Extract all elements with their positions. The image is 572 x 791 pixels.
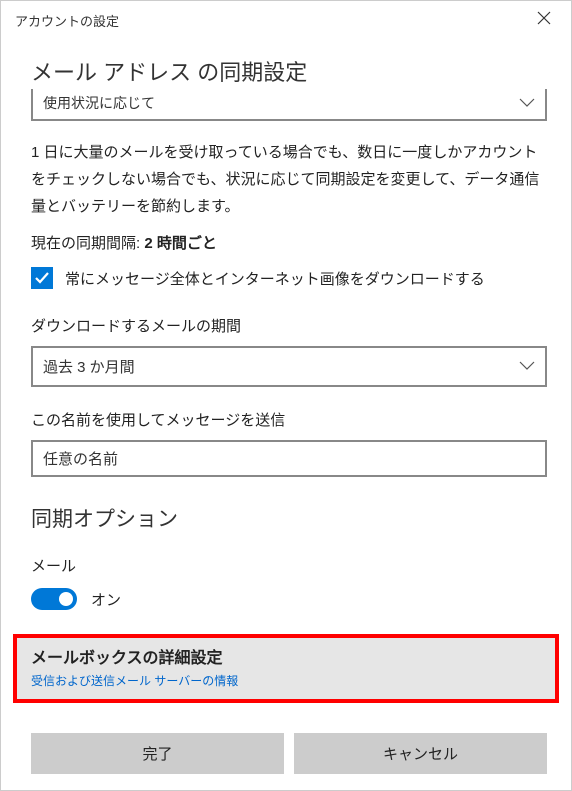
download-full-label: 常にメッセージ全体とインターネット画像をダウンロードする xyxy=(65,268,485,289)
description-text: 1 日に大量のメールを受け取っている場合でも、数日に一度しかアカウントをチェック… xyxy=(31,139,547,220)
usage-dropdown[interactable]: 使用状況に応じて xyxy=(31,89,547,121)
chevron-down-icon xyxy=(519,95,535,111)
download-period-label: ダウンロードするメールの期間 xyxy=(31,315,547,336)
advanced-title: メールボックスの詳細設定 xyxy=(31,644,541,668)
download-full-checkbox-row[interactable]: 常にメッセージ全体とインターネット画像をダウンロードする xyxy=(31,267,547,289)
advanced-mailbox-settings[interactable]: メールボックスの詳細設定 受信および送信メール サーバーの情報 xyxy=(13,634,559,703)
settings-window: アカウントの設定 メール アドレス の同期設定 使用状況に応じて 1 日に大量の… xyxy=(0,0,572,791)
chevron-down-icon xyxy=(519,358,535,375)
mail-toggle-row: オン xyxy=(31,588,547,610)
usage-dropdown-value: 使用状況に応じて xyxy=(43,93,155,113)
toggle-knob xyxy=(59,592,73,606)
sync-interval-value: 2 時間ごと xyxy=(144,235,217,252)
titlebar: アカウントの設定 xyxy=(1,1,571,37)
advanced-subtitle: 受信および送信メール サーバーの情報 xyxy=(31,672,541,689)
send-name-input[interactable] xyxy=(31,440,547,477)
sync-interval-label: 現在の同期間隔: xyxy=(31,235,140,252)
cancel-button[interactable]: キャンセル xyxy=(294,733,547,774)
window-title: アカウントの設定 xyxy=(15,11,119,30)
download-period-dropdown[interactable]: 過去 3 か月間 xyxy=(31,346,547,387)
content-area: メール アドレス の同期設定 使用状況に応じて 1 日に大量のメールを受け取って… xyxy=(1,37,571,721)
checkmark-icon xyxy=(34,270,50,286)
sync-interval-line: 現在の同期間隔: 2 時間ごと xyxy=(31,232,547,253)
mail-toggle-state: オン xyxy=(91,589,121,610)
done-button[interactable]: 完了 xyxy=(31,733,284,774)
sync-settings-heading: メール アドレス の同期設定 xyxy=(31,55,547,87)
download-period-value: 過去 3 か月間 xyxy=(43,356,135,377)
mail-toggle[interactable] xyxy=(31,588,77,610)
sync-options-heading: 同期オプション xyxy=(31,503,547,533)
mail-toggle-label: メール xyxy=(31,555,547,576)
button-row: 完了 キャンセル xyxy=(1,721,571,790)
close-icon xyxy=(537,11,551,25)
download-full-checkbox[interactable] xyxy=(31,267,53,289)
send-name-label: この名前を使用してメッセージを送信 xyxy=(31,409,547,430)
close-button[interactable] xyxy=(531,9,557,31)
